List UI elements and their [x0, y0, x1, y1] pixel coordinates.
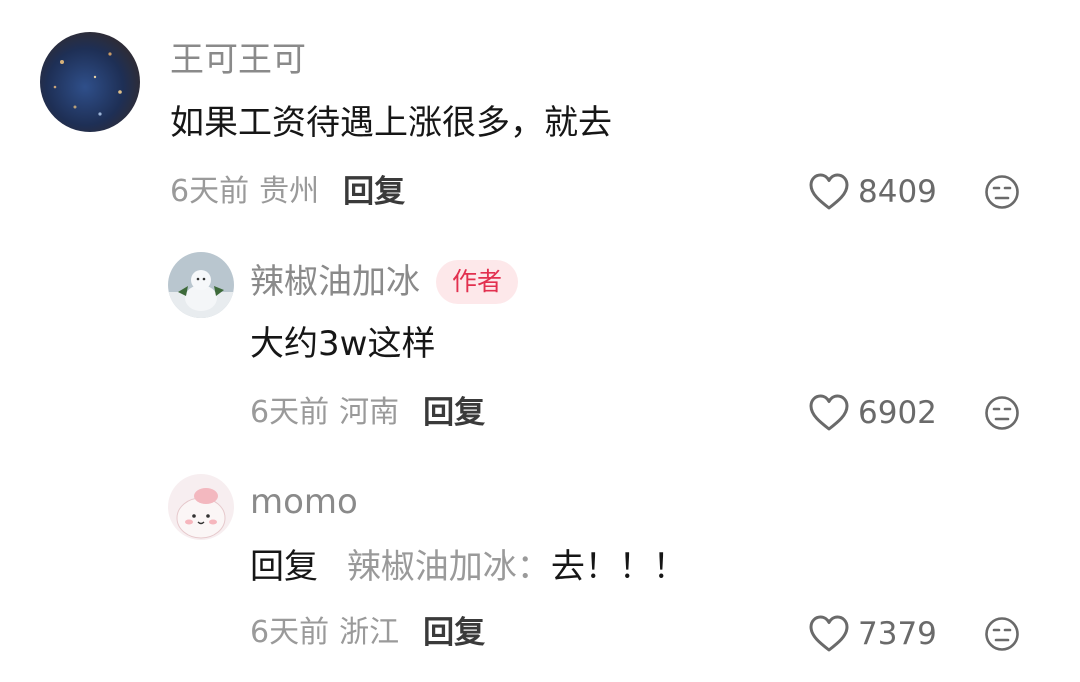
- username[interactable]: 辣椒油加冰: [250, 262, 420, 302]
- like-count: 8409: [858, 174, 937, 210]
- reply-target[interactable]: 辣椒油加冰：: [347, 547, 551, 587]
- dislike-button[interactable]: [984, 395, 1020, 431]
- avatar[interactable]: [40, 32, 140, 132]
- timestamp: 6天前: [250, 615, 330, 650]
- heart-outline-icon: [808, 172, 850, 212]
- comment-meta: 6天前 河南 回复: [250, 394, 485, 432]
- reply-button[interactable]: 回复: [423, 394, 485, 432]
- location: 浙江: [339, 615, 400, 650]
- comment-text-row: 回复 辣椒油加冰：去！！！: [250, 546, 687, 588]
- username-row: 辣椒油加冰 作者: [250, 260, 519, 304]
- username[interactable]: 王可王可: [170, 40, 306, 80]
- comment-text: 大约3w这样: [250, 324, 436, 364]
- comment-text: 如果工资待遇上涨很多，就去: [170, 103, 612, 143]
- reply-button[interactable]: 回复: [343, 173, 405, 211]
- reply-prefix: 回复: [250, 547, 318, 587]
- like-button[interactable]: 7379: [808, 614, 937, 654]
- comment-meta: 6天前 浙江 回复: [250, 614, 485, 652]
- expressionless-face-icon: [984, 616, 1020, 652]
- like-button[interactable]: 8409: [808, 172, 937, 212]
- username[interactable]: momo: [250, 482, 358, 522]
- reply-button[interactable]: 回复: [423, 614, 485, 652]
- avatar[interactable]: [168, 474, 234, 540]
- location: 贵州: [259, 174, 320, 209]
- heart-outline-icon: [808, 614, 850, 654]
- comment-text: 去！！！: [550, 547, 687, 587]
- dislike-button[interactable]: [984, 616, 1020, 652]
- heart-outline-icon: [808, 393, 850, 433]
- reply-item: 辣椒油加冰 作者 大约3w这样 6天前 河南 回复 6902: [0, 240, 1080, 460]
- avatar[interactable]: [168, 252, 234, 318]
- dislike-button[interactable]: [984, 174, 1020, 210]
- timestamp: 6天前: [250, 395, 330, 430]
- timestamp: 6天前: [170, 174, 250, 209]
- like-count: 7379: [858, 616, 937, 652]
- expressionless-face-icon: [984, 395, 1020, 431]
- author-badge: 作者: [436, 260, 519, 304]
- location: 河南: [339, 395, 400, 430]
- comment-item: 王可王可 如果工资待遇上涨很多，就去 6天前 贵州 回复 8409: [0, 0, 1080, 230]
- reply-item: momo 回复 辣椒油加冰：去！！！ 6天前 浙江 回复 7379: [0, 460, 1080, 682]
- comment-meta: 6天前 贵州 回复: [170, 173, 405, 211]
- like-count: 6902: [858, 395, 937, 431]
- expressionless-face-icon: [984, 174, 1020, 210]
- like-button[interactable]: 6902: [808, 393, 937, 433]
